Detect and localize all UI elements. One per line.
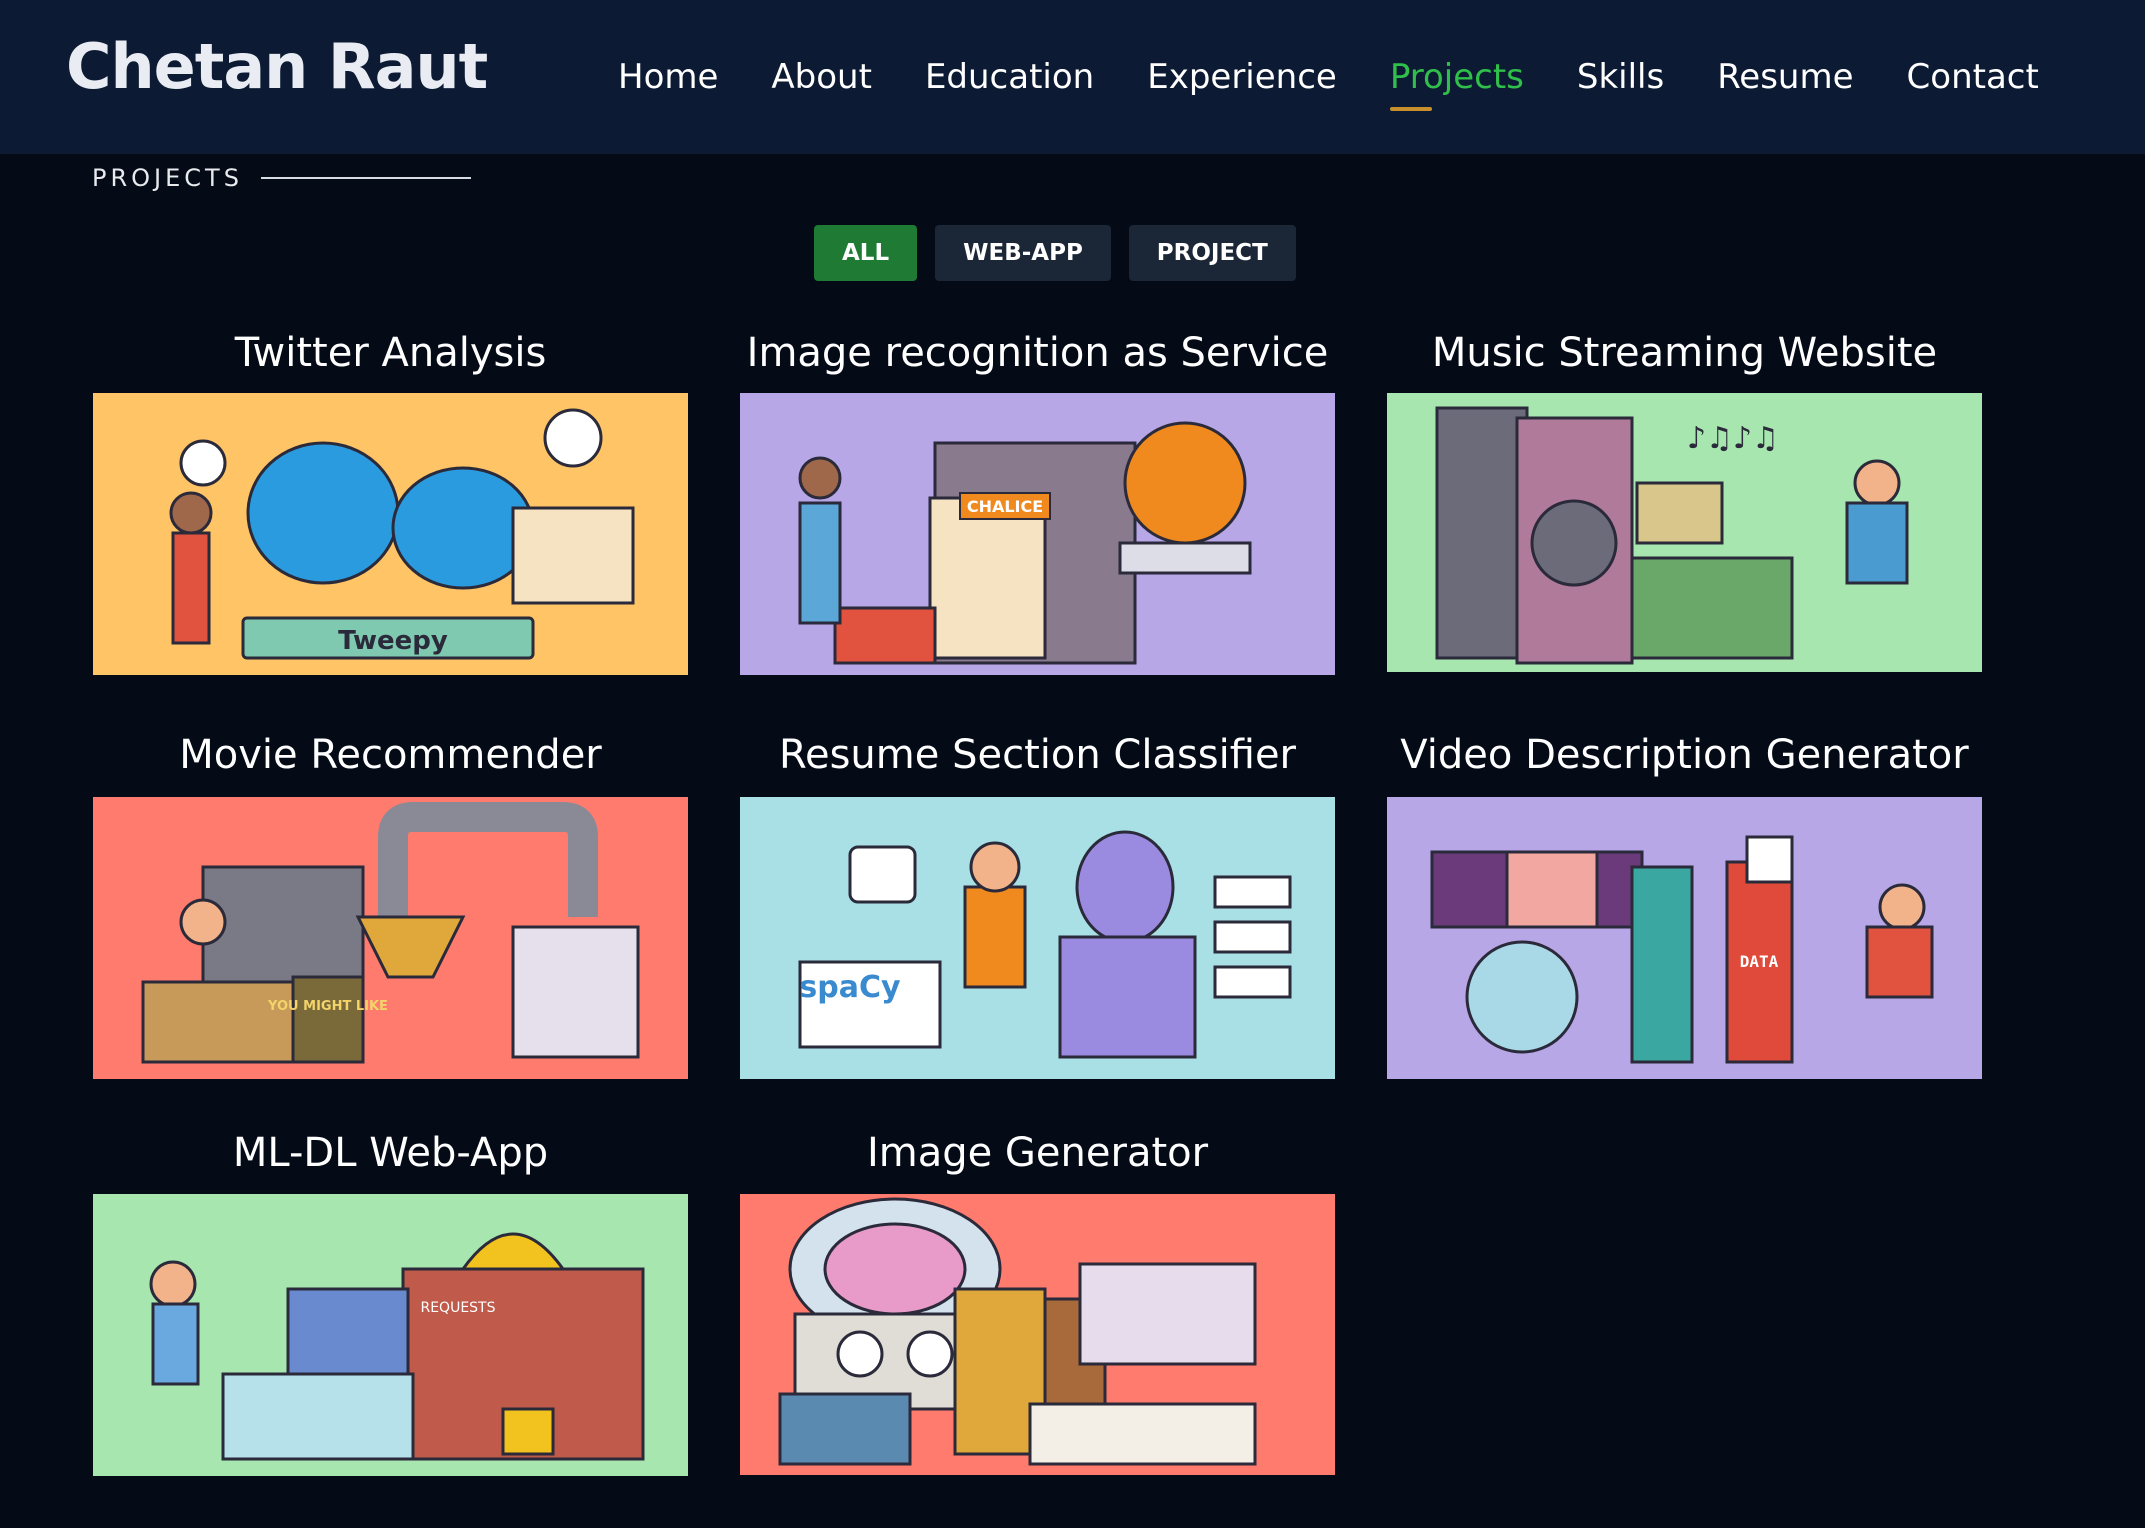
project-image-image-generator[interactable] <box>740 1194 1335 1475</box>
nav-home[interactable]: Home <box>618 57 718 97</box>
project-image-video-description[interactable]: DATA <box>1387 797 1982 1079</box>
project-filters: ALL WEB-APP PROJECT <box>814 225 1296 281</box>
data-label: DATA <box>1740 952 1779 971</box>
project-image-image-recognition[interactable]: CHALICE <box>740 393 1335 675</box>
music-notes-icon: ♪♫♪♫ <box>1687 421 1779 456</box>
nav-education[interactable]: Education <box>925 57 1094 97</box>
tweepy-label: Tweepy <box>338 626 448 656</box>
project-title[interactable]: Image recognition as Service <box>740 323 1335 383</box>
twitter-illustration: Tweepy <box>93 393 688 675</box>
nav-projects[interactable]: Projects <box>1389 57 1524 111</box>
project-image-music-streaming[interactable]: ♪♫♪♫ <box>1387 393 1982 672</box>
requests-label: REQUESTS <box>420 1300 495 1316</box>
project-card-image-generator[interactable]: Image Generator <box>740 1123 1335 1475</box>
recommender-illustration: YOU MIGHT LIKE <box>93 797 688 1079</box>
music-illustration: ♪♫♪♫ <box>1387 393 1982 672</box>
filter-project-button[interactable]: PROJECT <box>1128 225 1296 281</box>
project-title[interactable]: Movie Recommender <box>93 725 688 785</box>
nav-resume[interactable]: Resume <box>1717 57 1853 97</box>
project-title[interactable]: ML-DL Web-App <box>93 1123 688 1183</box>
project-card-movie-recommender[interactable]: Movie Recommender YOU MIGHT LIKE <box>93 725 688 1079</box>
nlp-illustration: spaCy <box>740 797 1335 1079</box>
project-card-music-streaming[interactable]: Music Streaming Website ♪♫♪♫ <box>1387 323 1982 672</box>
cloud-service-illustration: CHALICE <box>740 393 1335 675</box>
spacy-label: spaCy <box>799 970 901 1005</box>
you-might-like-label: YOU MIGHT LIKE <box>267 999 388 1014</box>
project-card-image-recognition[interactable]: Image recognition as Service CHALICE <box>740 323 1335 675</box>
video-data-illustration: DATA <box>1387 797 1982 1079</box>
section-label: PROJECTS <box>92 164 471 192</box>
project-card-twitter-analysis[interactable]: Twitter Analysis Tweepy <box>93 323 688 675</box>
project-image-movie-recommender[interactable]: YOU MIGHT LIKE <box>93 797 688 1079</box>
project-card-resume-classifier[interactable]: Resume Section Classifier spaCy <box>740 725 1335 1079</box>
project-card-ml-dl-web-app[interactable]: ML-DL Web-App REQUESTS <box>93 1123 688 1476</box>
project-title[interactable]: Image Generator <box>740 1123 1335 1183</box>
site-header: Chetan Raut Home About Education Experie… <box>0 0 2145 154</box>
project-title[interactable]: Twitter Analysis <box>93 323 688 383</box>
project-image-ml-dl-web-app[interactable]: REQUESTS <box>93 1194 688 1476</box>
project-title[interactable]: Video Description Generator <box>1387 725 1982 785</box>
filter-all-button[interactable]: ALL <box>814 225 918 281</box>
project-image-twitter-analysis[interactable]: Tweepy <box>93 393 688 675</box>
project-title[interactable]: Resume Section Classifier <box>740 725 1335 785</box>
nav-skills[interactable]: Skills <box>1577 57 1664 97</box>
nav-about[interactable]: About <box>771 57 872 97</box>
filter-web-app-button[interactable]: WEB-APP <box>935 225 1111 281</box>
nav-experience[interactable]: Experience <box>1147 57 1337 97</box>
web-app-illustration: REQUESTS <box>93 1194 688 1476</box>
chalice-label: CHALICE <box>967 497 1043 516</box>
section-label-text: PROJECTS <box>92 164 243 192</box>
project-image-resume-classifier[interactable]: spaCy <box>740 797 1335 1079</box>
main-nav: Home About Education Experience Projects… <box>618 52 2039 111</box>
nav-contact[interactable]: Contact <box>1907 57 2039 97</box>
generator-illustration <box>740 1194 1335 1475</box>
site-logo[interactable]: Chetan Raut <box>66 30 488 103</box>
section-divider <box>260 177 471 179</box>
project-card-video-description[interactable]: Video Description Generator DATA <box>1387 725 1982 1079</box>
project-title[interactable]: Music Streaming Website <box>1387 323 1982 383</box>
